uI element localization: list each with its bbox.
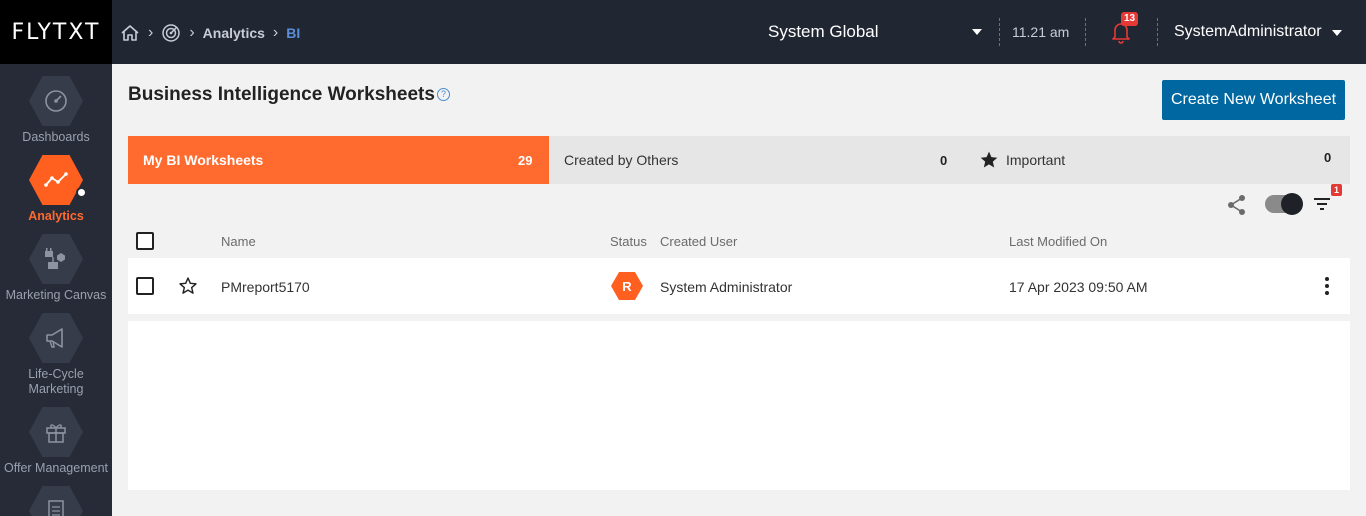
- worksheet-tabs: My BI Worksheets 29 Created by Others 0 …: [128, 136, 1350, 184]
- caret-down-icon[interactable]: [972, 29, 982, 35]
- page-title: Business Intelligence Worksheets: [128, 84, 435, 105]
- sidebar-item-offer-management[interactable]: Offer Management: [0, 407, 112, 476]
- breadcrumb: › › Analytics › BI: [120, 20, 300, 46]
- chevron-right-icon: ›: [272, 24, 279, 41]
- target-icon[interactable]: [161, 23, 181, 43]
- divider: [1085, 18, 1086, 46]
- view-toggle[interactable]: [1265, 193, 1303, 215]
- tab-label: My BI Worksheets: [143, 152, 264, 168]
- sidebar-item-analytics[interactable]: Analytics: [0, 155, 112, 224]
- gift-icon: [29, 407, 83, 457]
- toggle-knob: [1281, 193, 1303, 215]
- document-icon: [29, 486, 83, 516]
- top-bar: FLYTXT › › Analytics › BI System Global …: [0, 0, 1366, 64]
- clock-time: 11.21 am: [1012, 24, 1070, 40]
- column-header-status[interactable]: Status: [610, 234, 647, 249]
- flytxt-logo[interactable]: FLYTXT: [0, 0, 112, 64]
- sidebar-item-label: Life-Cycle Marketing: [28, 367, 84, 396]
- last-modified: 17 Apr 2023 09:50 AM: [1009, 279, 1148, 295]
- create-new-worksheet-button[interactable]: Create New Worksheet: [1162, 80, 1345, 120]
- divider: [1157, 18, 1158, 46]
- column-header-name[interactable]: Name: [221, 234, 256, 249]
- sidebar-item-life-cycle-marketing[interactable]: Life-Cycle Marketing: [0, 313, 112, 397]
- tab-label: Created by Others: [564, 152, 679, 168]
- select-all-checkbox[interactable]: [136, 232, 154, 250]
- sidebar-item-label: Marketing Canvas: [5, 288, 107, 302]
- column-header-last-modified[interactable]: Last Modified On: [1009, 234, 1107, 249]
- notification-badge: 13: [1121, 12, 1139, 26]
- divider: [999, 18, 1000, 46]
- tab-my-bi-worksheets[interactable]: My BI Worksheets 29: [128, 136, 549, 184]
- sidebar-item-dashboards[interactable]: Dashboards: [0, 76, 112, 145]
- analytics-chart-icon: [29, 155, 83, 205]
- star-filled-icon: [979, 150, 999, 173]
- breadcrumb-bi: BI: [286, 25, 301, 41]
- sidebar-item-marketing-canvas[interactable]: Marketing Canvas: [0, 234, 112, 303]
- table-empty-area: [128, 321, 1350, 490]
- active-indicator: [76, 187, 87, 198]
- filter-icon[interactable]: [1313, 196, 1331, 217]
- tab-count: 29: [518, 152, 533, 168]
- chevron-right-icon: ›: [189, 24, 195, 41]
- caret-down-icon[interactable]: [1332, 30, 1342, 36]
- scope-selector[interactable]: System Global: [768, 22, 879, 42]
- sidebar: Dashboards Analytics Marketing Canvas Li…: [0, 64, 112, 516]
- filter-badge: 1: [1331, 184, 1343, 196]
- tab-count: 0: [1324, 150, 1332, 165]
- dashboard-gauge-icon: [29, 76, 83, 126]
- marketing-canvas-icon: [29, 234, 83, 284]
- tab-important[interactable]: Important 0: [959, 136, 1350, 184]
- table-row[interactable]: PMreport5170 R System Administrator 17 A…: [128, 258, 1350, 314]
- share-icon[interactable]: [1227, 194, 1247, 221]
- tab-count: 0: [940, 152, 948, 168]
- megaphone-icon: [29, 313, 83, 363]
- help-icon[interactable]: ?: [437, 88, 450, 101]
- sidebar-item-label: Dashboards: [22, 130, 90, 144]
- breadcrumb-analytics[interactable]: Analytics: [203, 25, 265, 41]
- status-badge: R: [611, 272, 643, 300]
- sidebar-item-label: Offer Management: [4, 461, 108, 475]
- chevron-right-icon: ›: [148, 24, 154, 41]
- created-user: System Administrator: [660, 279, 793, 295]
- sidebar-item-label: Analytics: [28, 209, 84, 223]
- home-icon[interactable]: [120, 23, 140, 43]
- more-options-icon[interactable]: [1324, 277, 1330, 295]
- worksheet-name[interactable]: PMreport5170: [221, 279, 310, 295]
- star-outline-icon[interactable]: [178, 276, 198, 301]
- tab-label: Important: [1006, 152, 1066, 168]
- tab-created-by-others[interactable]: Created by Others 0: [549, 136, 959, 184]
- row-checkbox[interactable]: [136, 277, 154, 295]
- column-header-created-user[interactable]: Created User: [660, 234, 737, 249]
- user-menu[interactable]: SystemAdministrator: [1174, 23, 1322, 41]
- sidebar-item-reports[interactable]: [0, 486, 112, 516]
